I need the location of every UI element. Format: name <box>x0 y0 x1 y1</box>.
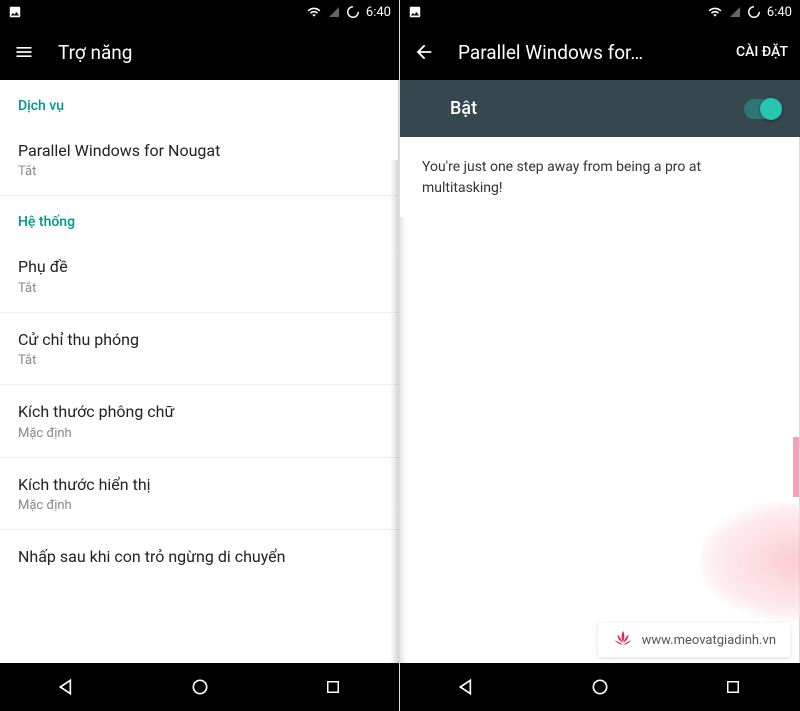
lotus-icon <box>612 629 634 651</box>
settings-list[interactable]: Dịch vụ Parallel Windows for Nougat Tắt … <box>0 80 399 663</box>
status-bar: 6:40 <box>400 0 800 24</box>
status-bar: 6:40 <box>0 0 399 24</box>
nav-recent-button[interactable] <box>303 663 363 711</box>
clock-text: 6:40 <box>366 5 391 20</box>
item-sub: Tắt <box>18 353 380 368</box>
nav-bar <box>0 663 399 711</box>
watermark-text: www.meovatgiadinh.vn <box>642 633 776 648</box>
item-captions[interactable]: Phụ đề Tắt <box>0 240 398 312</box>
section-header-services: Dịch vụ <box>0 80 398 124</box>
image-icon <box>408 5 422 19</box>
left-screenshot: 6:40 Trợ năng Dịch vụ Parallel Windows f… <box>0 0 400 711</box>
toggle-switch[interactable] <box>744 99 780 119</box>
menu-button[interactable] <box>12 40 36 64</box>
image-icon <box>8 5 22 19</box>
service-description: You're just one step away from being a p… <box>400 137 799 219</box>
spinner-icon <box>346 5 360 19</box>
watermark: www.meovatgiadinh.vn <box>598 623 790 657</box>
nav-recent-button[interactable] <box>703 663 763 711</box>
item-title: Phụ đề <box>18 256 380 278</box>
item-title: Nhấp sau khi con trỏ ngừng di chuyển <box>18 546 380 568</box>
item-sub: Tắt <box>18 281 380 296</box>
decorative-accent <box>793 437 799 497</box>
item-sub: Mặc định <box>18 426 380 441</box>
item-font-size[interactable]: Kích thước phông chữ Mặc định <box>0 385 398 457</box>
item-title: Cử chỉ thu phóng <box>18 329 380 351</box>
edge-shadow <box>400 217 406 663</box>
page-title: Parallel Windows for… <box>458 41 728 64</box>
item-title: Kích thước phông chữ <box>18 401 380 423</box>
section-header-system: Hệ thống <box>0 196 398 240</box>
item-title: Kích thước hiển thị <box>18 474 380 496</box>
nav-back-button[interactable] <box>37 663 97 711</box>
nav-back-button[interactable] <box>437 663 497 711</box>
item-parallel-windows[interactable]: Parallel Windows for Nougat Tắt <box>0 124 398 196</box>
spinner-icon <box>747 5 761 19</box>
item-display-size[interactable]: Kích thước hiển thị Mặc định <box>0 458 398 530</box>
item-zoom-gesture[interactable]: Cử chỉ thu phóng Tắt <box>0 313 398 385</box>
app-bar: Trợ năng <box>0 24 399 80</box>
right-screenshot: 6:40 Parallel Windows for… CÀI ĐẶT Bật Y… <box>400 0 800 711</box>
master-switch-label: Bật <box>420 98 744 119</box>
nav-home-button[interactable] <box>570 663 630 711</box>
sim-icon <box>328 5 340 19</box>
switch-thumb <box>760 98 782 120</box>
wifi-icon <box>306 5 322 19</box>
clock-text: 6:40 <box>767 5 792 20</box>
nav-home-button[interactable] <box>170 663 230 711</box>
item-click-after-stop[interactable]: Nhấp sau khi con trỏ ngừng di chuyển <box>0 530 398 584</box>
item-sub: Tắt <box>18 164 380 179</box>
settings-action[interactable]: CÀI ĐẶT <box>736 44 788 60</box>
wifi-icon <box>707 5 723 19</box>
item-sub: Mặc định <box>18 498 380 513</box>
nav-bar <box>400 663 800 711</box>
master-switch-panel[interactable]: Bật <box>400 80 800 137</box>
page-title: Trợ năng <box>58 41 387 64</box>
app-bar: Parallel Windows for… CÀI ĐẶT <box>400 24 800 80</box>
sim-icon <box>729 5 741 19</box>
back-button[interactable] <box>412 40 436 64</box>
item-title: Parallel Windows for Nougat <box>18 140 380 162</box>
service-content: You're just one step away from being a p… <box>400 137 800 663</box>
